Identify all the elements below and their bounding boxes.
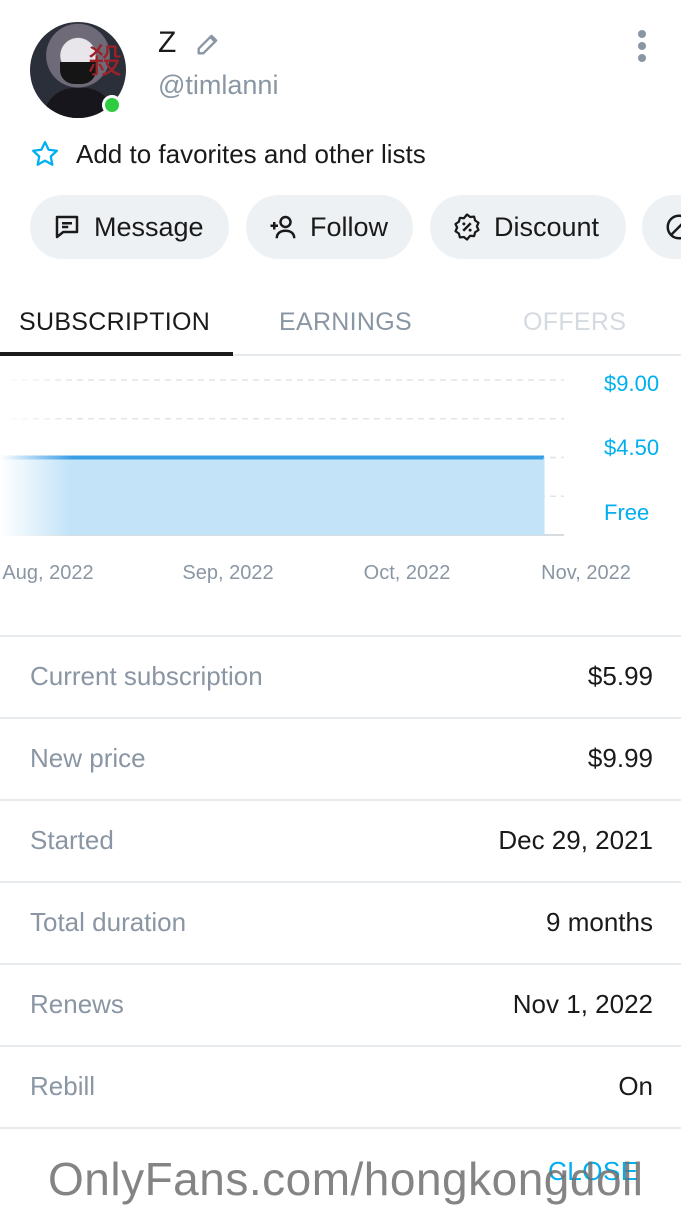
- detail-label: Renews: [30, 989, 124, 1019]
- online-status-dot: [102, 95, 122, 115]
- subscription-details: Current subscription $5.99 New price $9.…: [0, 637, 681, 1129]
- detail-value: $5.99: [587, 661, 653, 691]
- detail-row-renews: Renews Nov 1, 2022: [0, 965, 681, 1047]
- series-area: [0, 457, 544, 535]
- detail-value: 9 months: [546, 907, 653, 937]
- detail-value: $9.99: [587, 743, 653, 773]
- x-axis-ticks: Aug, 2022 Sep, 2022 Oct, 2022 Nov, 2022: [2, 562, 630, 584]
- message-button[interactable]: Message: [30, 195, 229, 259]
- block-icon: [666, 214, 681, 240]
- y-tick-label: $9.00: [604, 371, 659, 396]
- detail-value: On: [618, 1071, 653, 1101]
- pencil-icon[interactable]: [194, 30, 222, 58]
- tab-offers[interactable]: OFFERS: [523, 308, 626, 337]
- profile-header: 殺 Z @timlanni: [0, 0, 681, 130]
- detail-value: Dec 29, 2021: [498, 825, 653, 855]
- more-options-icon[interactable]: [630, 26, 654, 66]
- action-buttons: Message Follow Discount: [30, 195, 681, 259]
- profile-name: Z: [158, 26, 177, 59]
- y-tick-label: $4.50: [604, 435, 659, 460]
- chart-area: [0, 455, 545, 535]
- tab-bar: SUBSCRIPTION EARNINGS OFFERS: [0, 290, 681, 356]
- x-tick-label: Aug, 2022: [2, 562, 93, 584]
- detail-label: Started: [30, 825, 114, 855]
- detail-label: Current subscription: [30, 661, 263, 691]
- add-to-favorites-link[interactable]: Add to favorites and other lists: [30, 136, 426, 172]
- x-tick-label: Nov, 2022: [541, 562, 631, 584]
- follow-icon: [270, 215, 296, 239]
- y-tick-label: Free: [604, 500, 649, 525]
- detail-row-current-subscription: Current subscription $5.99: [0, 637, 681, 719]
- watermark: OnlyFans.com/hongkongdoll: [48, 1153, 644, 1205]
- tab-earnings[interactable]: EARNINGS: [279, 308, 412, 337]
- active-tab-indicator: [0, 352, 233, 356]
- block-button[interactable]: [642, 195, 681, 259]
- detail-label: Total duration: [30, 907, 187, 937]
- x-tick-label: Oct, 2022: [364, 562, 451, 584]
- detail-value: Nov 1, 2022: [512, 989, 653, 1019]
- favorites-label: Add to favorites and other lists: [76, 138, 426, 169]
- detail-row-new-price: New price $9.99: [0, 719, 681, 801]
- follow-button[interactable]: Follow: [246, 195, 413, 259]
- detail-row-started: Started Dec 29, 2021: [0, 801, 681, 883]
- message-icon: [55, 215, 79, 239]
- tab-subscription[interactable]: SUBSCRIPTION: [19, 308, 210, 337]
- detail-row-total-duration: Total duration 9 months: [0, 883, 681, 965]
- detail-label: Rebill: [30, 1071, 96, 1101]
- y-axis-ticks: $9.00 $4.50 Free: [604, 371, 659, 525]
- subscription-price-chart: $9.00 $4.50 Free Aug, 2022 Sep, 2022 Oct, 20…: [0, 358, 659, 598]
- star-icon: [32, 141, 58, 166]
- detail-row-rebill: Rebill On: [0, 1047, 681, 1129]
- discount-button[interactable]: Discount: [430, 195, 626, 259]
- profile-handle: @timlanni: [158, 70, 279, 100]
- discount-icon: [454, 213, 480, 241]
- x-tick-label: Sep, 2022: [182, 562, 273, 584]
- detail-label: New price: [30, 743, 146, 773]
